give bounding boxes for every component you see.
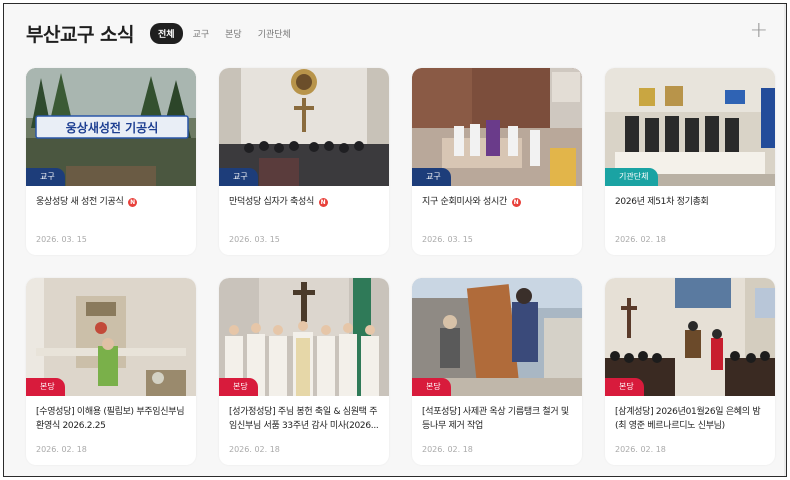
- card-date: 2026. 03. 15: [229, 235, 280, 244]
- card-title: [삼계성당] 2026년01월26일 은혜의 밤 (최 영준 베르나르디노 신부…: [615, 407, 761, 431]
- card-title: [성가정성당] 주님 봉헌 축일 & 심원택 주임신부님 서품 33주년 감사 …: [229, 407, 379, 431]
- thumbnail: 본당: [219, 278, 389, 396]
- tab-gyogu[interactable]: 교구: [187, 24, 216, 43]
- card-date: 2026. 02. 18: [615, 235, 666, 244]
- new-icon: N: [128, 198, 138, 207]
- page-title: 부산교구 소식: [26, 23, 135, 46]
- thumbnail: 교구: [219, 68, 389, 186]
- banner-text: 웅상새성전 기공식: [66, 120, 159, 135]
- thumbnail: 본당: [26, 278, 196, 396]
- news-card[interactable]: 교구 지구 순회미사와 성시간 N 2026. 03. 15: [412, 68, 582, 255]
- category-badge: 교구: [219, 168, 258, 186]
- new-icon: N: [318, 198, 328, 207]
- header: 부산교구 소식 전체 교구 본당 기관단체 +: [26, 18, 774, 48]
- new-icon: N: [511, 198, 521, 207]
- category-tabs: 전체 교구 본당 기관단체: [150, 22, 297, 44]
- scrollbar[interactable]: [784, 4, 786, 476]
- thumbnail: 기관단체: [605, 68, 775, 186]
- card-title: 웅상성당 새 성전 기공식 N: [36, 195, 188, 209]
- news-card[interactable]: 본당 [석포성당] 사제관 옥상 기름탱크 철거 및 등나무 제거 작업 202…: [412, 278, 582, 465]
- category-badge: 본당: [26, 378, 65, 396]
- thumbnail: 본당: [412, 278, 582, 396]
- news-panel: 부산교구 소식 전체 교구 본당 기관단체 + 웅상새성전 기공식 교구 웅상성…: [3, 3, 787, 477]
- tab-all[interactable]: 전체: [150, 22, 183, 44]
- card-date: 2026. 02. 18: [422, 445, 473, 454]
- category-badge: 본당: [219, 378, 258, 396]
- news-card[interactable]: 웅상새성전 기공식 교구 웅상성당 새 성전 기공식 N 2026. 03. 1…: [26, 68, 196, 255]
- tab-gigwan[interactable]: 기관단체: [252, 24, 297, 43]
- card-title: [석포성당] 사제관 옥상 기름탱크 철거 및 등나무 제거 작업: [422, 407, 569, 431]
- card-title: [수영성당] 이해용 (필립보) 부주임신부님 환영식 2026.2.25: [36, 407, 185, 431]
- card-title: 2026년 제51차 정기총회: [615, 197, 709, 207]
- card-title: 지구 순회미사와 성시간 N: [422, 195, 574, 209]
- thumbnail: 교구: [412, 68, 582, 186]
- category-badge: 교구: [26, 168, 65, 186]
- category-badge: 교구: [412, 168, 451, 186]
- category-badge: 본당: [412, 378, 451, 396]
- news-card[interactable]: 본당 [성가정성당] 주님 봉헌 축일 & 심원택 주임신부님 서품 33주년 …: [219, 278, 389, 465]
- category-badge: 기관단체: [605, 168, 659, 186]
- card-date: 2026. 03. 15: [36, 235, 87, 244]
- category-badge: 본당: [605, 378, 644, 396]
- card-date: 2026. 03. 15: [422, 235, 473, 244]
- news-card[interactable]: 교구 만덕성당 십자가 축성식 N 2026. 03. 15: [219, 68, 389, 255]
- news-card[interactable]: 기관단체 2026년 제51차 정기총회 2026. 02. 18: [605, 68, 775, 255]
- card-date: 2026. 02. 18: [36, 445, 87, 454]
- thumbnail: 웅상새성전 기공식 교구: [26, 68, 196, 186]
- card-date: 2026. 02. 18: [615, 445, 666, 454]
- plus-icon[interactable]: +: [750, 18, 768, 44]
- thumbnail: 본당: [605, 278, 775, 396]
- tab-bondang[interactable]: 본당: [219, 24, 248, 43]
- card-title: 만덕성당 십자가 축성식 N: [229, 195, 381, 209]
- news-card[interactable]: 본당 [삼계성당] 2026년01월26일 은혜의 밤 (최 영준 베르나르디노…: [605, 278, 775, 465]
- news-card[interactable]: 본당 [수영성당] 이해용 (필립보) 부주임신부님 환영식 2026.2.25…: [26, 278, 196, 465]
- card-date: 2026. 02. 18: [229, 445, 280, 454]
